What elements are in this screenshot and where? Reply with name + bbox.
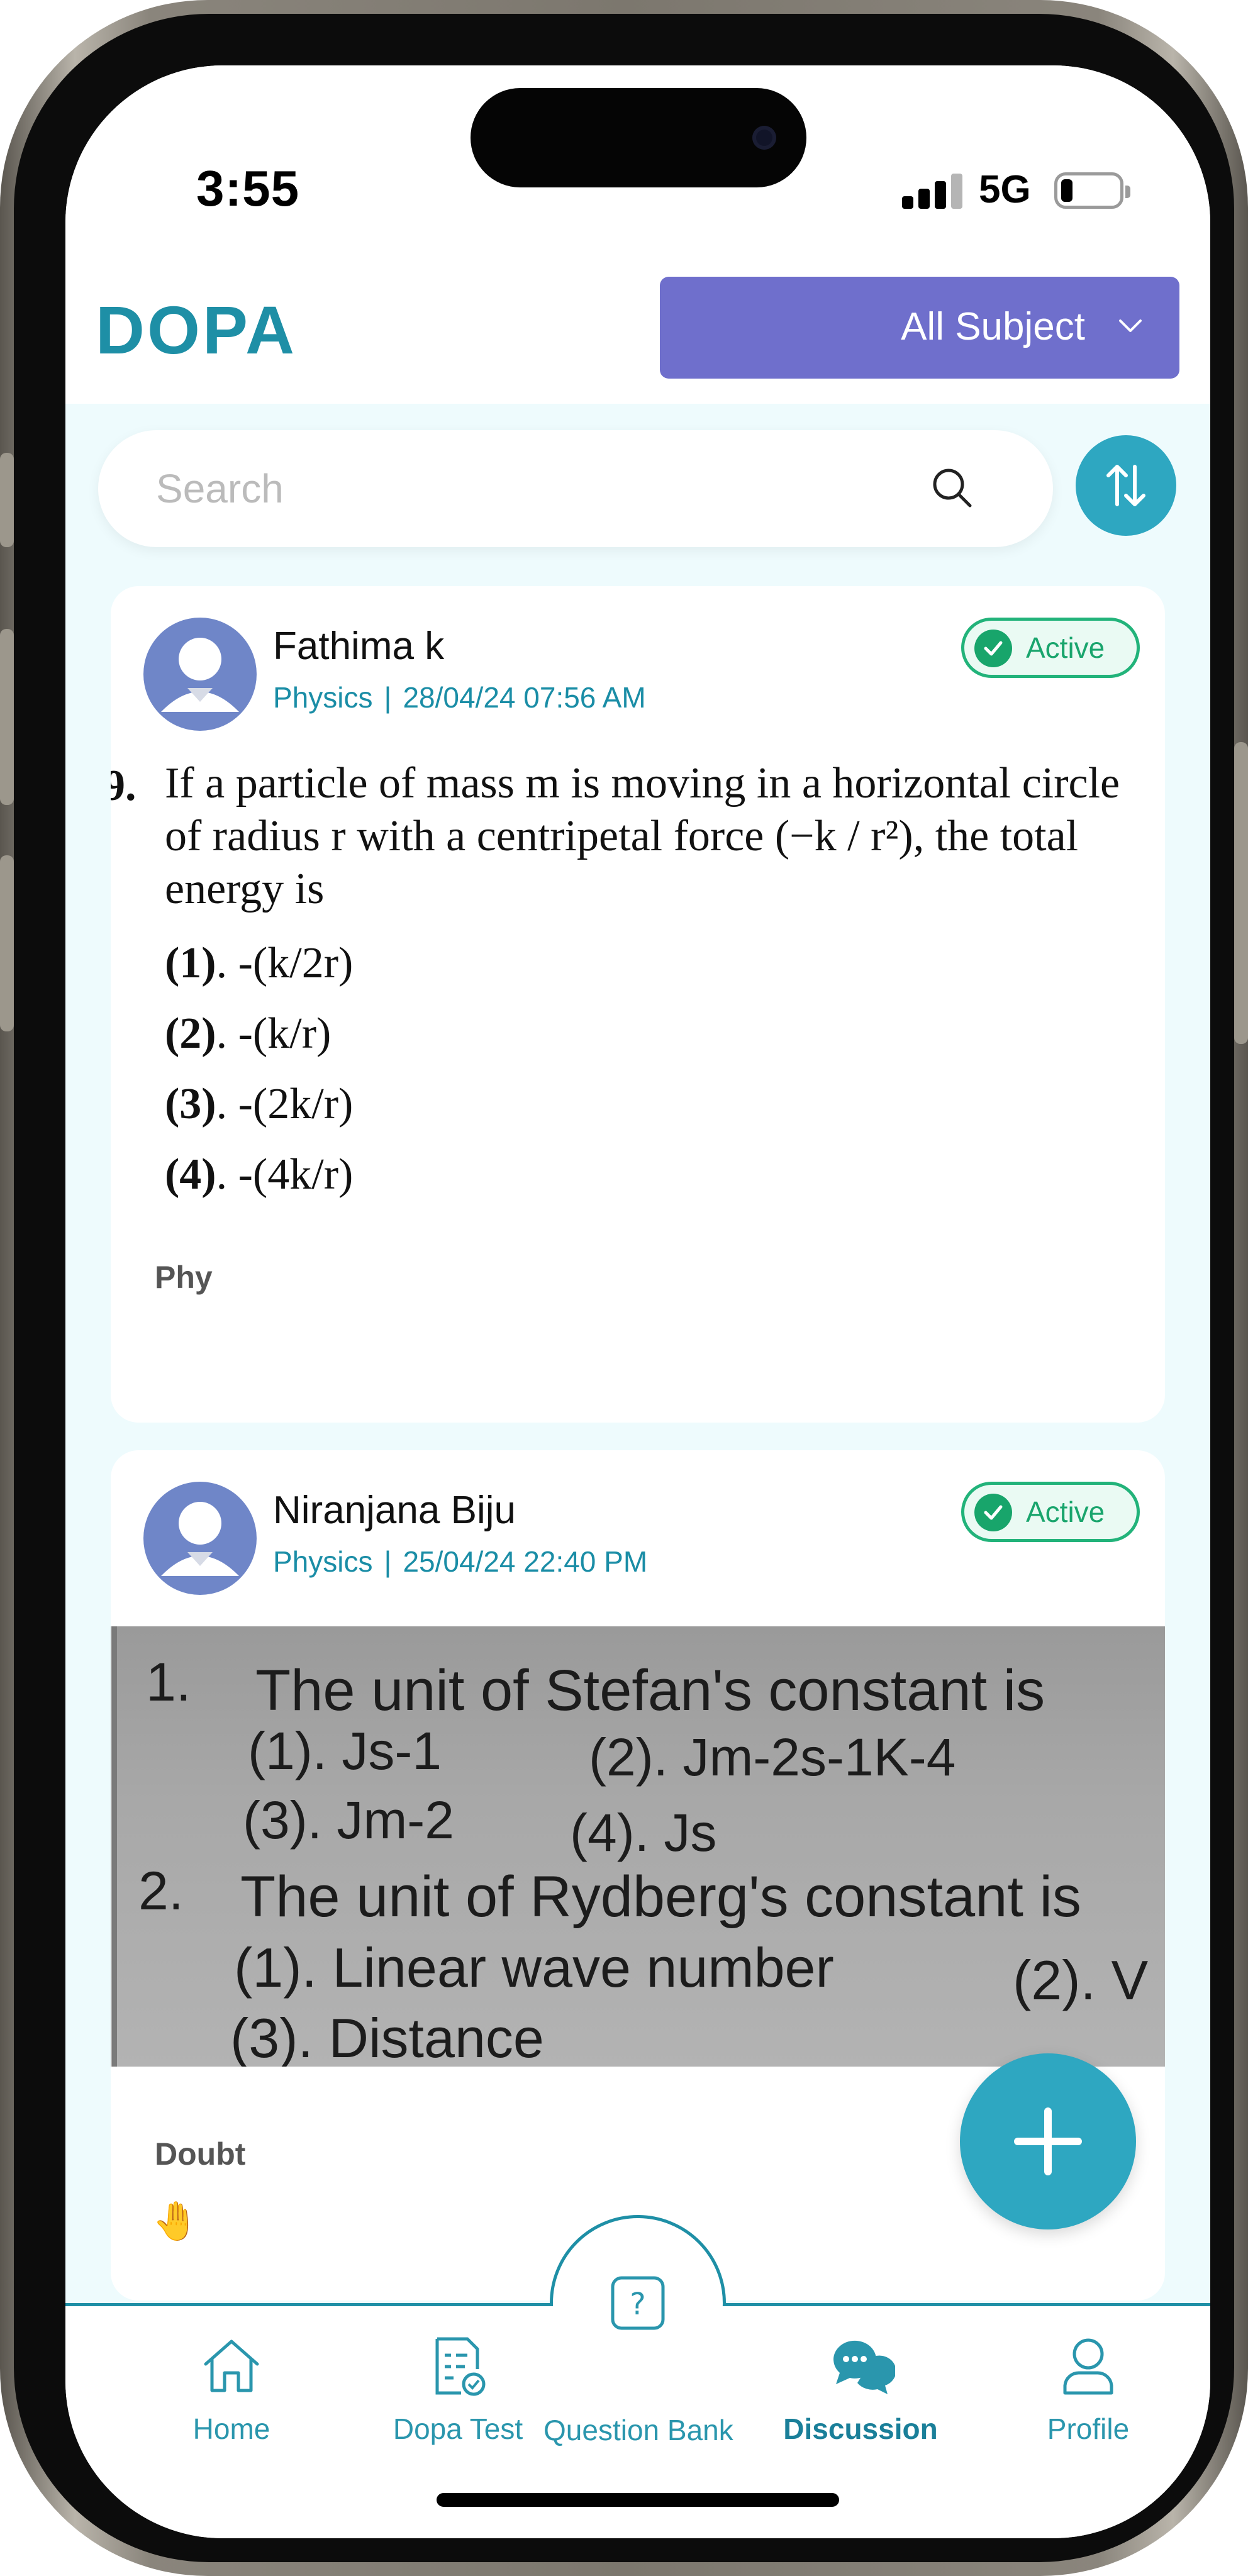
- status-time: 3:55: [196, 160, 300, 216]
- option-text: . -(k/r): [216, 1009, 332, 1058]
- post-datetime: 25/04/24 22:40 PM: [403, 1545, 648, 1578]
- sort-icon: [1106, 465, 1145, 506]
- silent-switch: [0, 453, 14, 547]
- photo-text: (4). Js: [570, 1803, 717, 1862]
- nav-home[interactable]: Home: [137, 2331, 326, 2457]
- photo-text: The unit of Rydberg's constant is: [240, 1865, 1081, 1929]
- search-placeholder: Search: [156, 466, 284, 511]
- photo-text: (3). Jm-2: [243, 1790, 454, 1850]
- plus-icon: [1014, 2107, 1082, 2175]
- photo-text: 1.: [146, 1652, 191, 1713]
- svg-text:?: ?: [630, 2287, 645, 2322]
- option-text: . -(4k/r): [216, 1150, 354, 1199]
- option-number: (2): [165, 1009, 216, 1058]
- avatar: [143, 1482, 257, 1595]
- signal-icon: [902, 174, 965, 209]
- user-placeholder-icon: [161, 638, 239, 712]
- nav-discussion[interactable]: Discussion: [766, 2331, 955, 2457]
- profile-icon: [1063, 2338, 1113, 2395]
- status-text: Active: [1026, 631, 1105, 664]
- notebook-margin-line: [112, 1626, 117, 2067]
- option-text: . -(2k/r): [216, 1080, 354, 1128]
- app-logo: DOPA: [96, 292, 298, 368]
- nav-dopa-test[interactable]: Dopa Test: [364, 2331, 552, 2457]
- question-photo[interactable]: 1. The unit of Stefan's constant is (1).…: [111, 1626, 1165, 2067]
- post-subject: Physics: [273, 681, 373, 714]
- photo-text: (1). Js-1: [248, 1721, 442, 1780]
- add-post-button[interactable]: [960, 2053, 1136, 2229]
- phone-frame: 3:55 5G DOPA All Subject Search Fathima …: [0, 0, 1248, 2576]
- post-tag: Phy: [155, 1260, 213, 1295]
- user-placeholder-icon: [161, 1502, 239, 1576]
- option: (2). -(k/r): [165, 1009, 331, 1059]
- discussion-card[interactable]: Fathima k Physics | 28/04/24 07:56 AM Acti…: [111, 586, 1165, 1423]
- post-meta: Physics | 28/04/24 07:56 AM: [273, 681, 646, 714]
- option-number: (4): [165, 1150, 216, 1199]
- test-document-icon: [435, 2337, 486, 2396]
- search-input[interactable]: Search: [98, 430, 1053, 547]
- option: (1). -(k/2r): [165, 938, 353, 989]
- avatar: [143, 618, 257, 731]
- check-icon: [974, 630, 1012, 667]
- post-tag: Doubt: [155, 2136, 246, 2172]
- author-name: Niranjana Biju: [273, 1489, 516, 1532]
- nav-label: Home: [192, 2412, 270, 2445]
- post-subject: Physics: [273, 1545, 373, 1578]
- option: (4). -(4k/r): [165, 1150, 353, 1200]
- status-bar: 3:55 5G: [65, 65, 1210, 229]
- app-header: DOPA All Subject: [65, 229, 1210, 404]
- status-badge: Active: [961, 1482, 1140, 1542]
- nav-question-bank[interactable]: Question Bank: [543, 2413, 733, 2538]
- camera-icon: [752, 126, 776, 150]
- question-number: 9.: [111, 762, 136, 810]
- post-meta: Physics | 25/04/24 22:40 PM: [273, 1545, 648, 1578]
- question-text: If a particle of mass m is moving in a h…: [165, 759, 1120, 913]
- status-badge: Active: [961, 618, 1140, 678]
- chevron-down-icon: [1119, 319, 1142, 332]
- chat-icon: [833, 2340, 895, 2394]
- photo-text: The unit of Stefan's constant is: [255, 1658, 1045, 1723]
- nav-profile[interactable]: Profile: [994, 2331, 1183, 2457]
- dynamic-island: [471, 88, 806, 187]
- author-name: Fathima k: [273, 625, 445, 668]
- battery-icon: [1054, 172, 1130, 209]
- home-indicator[interactable]: [437, 2493, 839, 2507]
- nav-label: Discussion: [783, 2412, 938, 2445]
- phone-bezel: 3:55 5G DOPA All Subject Search Fathima …: [14, 14, 1234, 2562]
- option-number: (3): [165, 1080, 216, 1128]
- nav-label: Question Bank: [543, 2414, 733, 2446]
- nav-label: Dopa Test: [393, 2412, 523, 2445]
- power-button: [1234, 742, 1248, 1044]
- photo-text: (3). Distance: [230, 2007, 544, 2067]
- subject-filter-dropdown[interactable]: All Subject: [660, 277, 1179, 379]
- post-datetime: 28/04/24 07:56 AM: [403, 681, 646, 714]
- sort-button[interactable]: [1076, 435, 1176, 536]
- network-type: 5G: [979, 168, 1031, 211]
- volume-down-button: [0, 855, 14, 1031]
- raised-hand-reaction[interactable]: 🤚: [152, 2199, 199, 2243]
- search-icon[interactable]: [927, 463, 978, 513]
- home-icon: [204, 2340, 259, 2392]
- option-number: (1): [165, 939, 216, 987]
- option: (3). -(2k/r): [165, 1079, 353, 1130]
- photo-text: (2). V: [1013, 1949, 1149, 2011]
- check-icon: [974, 1494, 1012, 1531]
- status-text: Active: [1026, 1496, 1105, 1528]
- photo-text: 2.: [138, 1861, 184, 1921]
- photo-text: (1). Linear wave number: [234, 1936, 834, 1999]
- nav-label: Profile: [1047, 2412, 1130, 2445]
- question-icon[interactable]: ?: [606, 2272, 669, 2334]
- photo-text: (2). Jm-2s-1K-4: [589, 1728, 956, 1787]
- subject-filter-label: All Subject: [901, 305, 1085, 348]
- screen: 3:55 5G DOPA All Subject Search Fathima …: [65, 65, 1210, 2538]
- option-text: . -(k/2r): [216, 939, 354, 987]
- volume-up-button: [0, 629, 14, 805]
